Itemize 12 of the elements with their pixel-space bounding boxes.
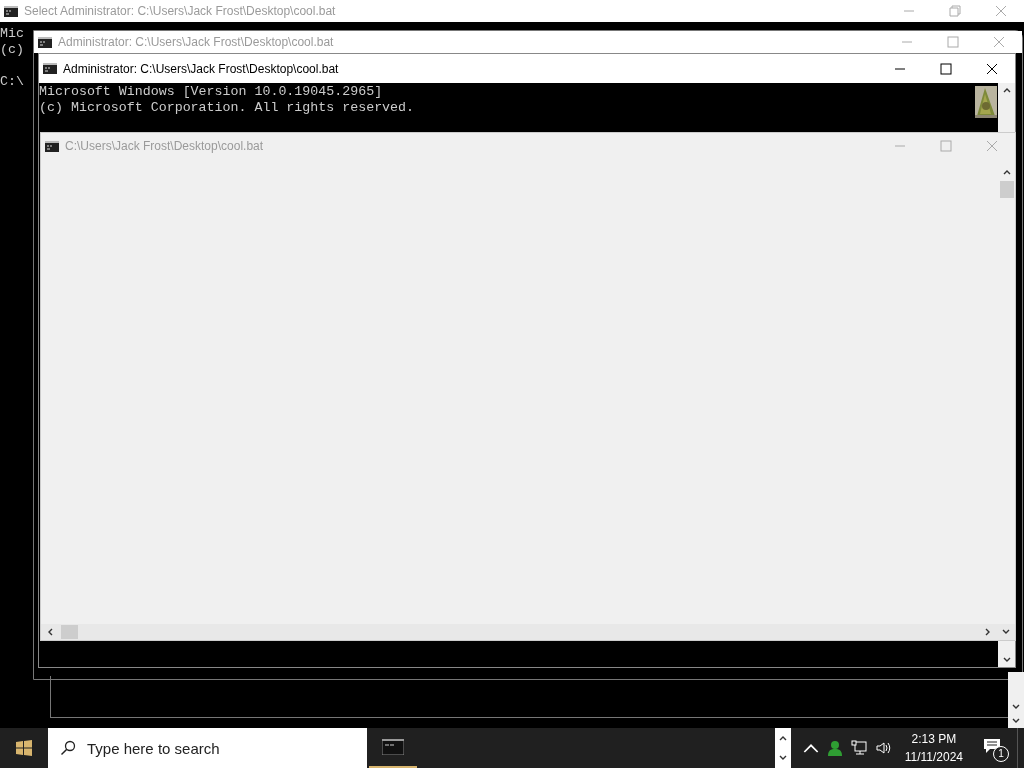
search-field[interactable]: Type here to search [48, 728, 367, 768]
console-line: Microsoft Windows [Version 10.0.19045.2965] [39, 84, 384, 100]
window-title: C:\Users\Jack Frost\Desktop\cool.bat [65, 139, 265, 153]
clock[interactable]: 2:13 PM 11/11/2024 [904, 730, 963, 766]
window-title: Administrator: C:\Users\Jack Frost\Desktop\cool.bat [63, 61, 340, 76]
console-prompt: C:\ [0, 74, 24, 89]
console-line: (c) Microsoft Corporation. All rights reserved. [39, 100, 416, 116]
console-line: Mic [0, 26, 24, 41]
notification-count: 1 [993, 746, 1009, 762]
window-title: Administrator: C:\Users\Jack Frost\Desktop\cool.bat [58, 35, 335, 49]
console-line: (c) [0, 42, 24, 57]
window-title: Select Administrator: C:\Users\Jack Frost\Desktop\cool.bat [24, 4, 337, 18]
